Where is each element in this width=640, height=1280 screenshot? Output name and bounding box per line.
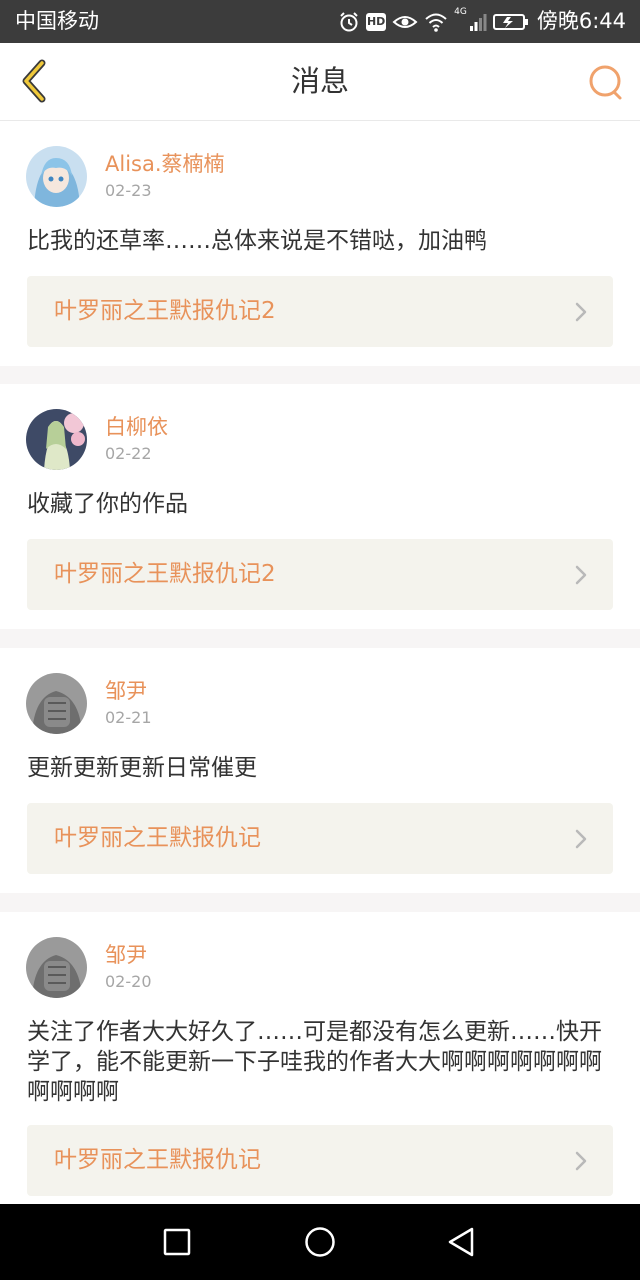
- triangle-back-icon: [448, 1227, 474, 1257]
- square-icon: [163, 1228, 191, 1256]
- back-nav-button[interactable]: [444, 1225, 478, 1259]
- eye-icon: [392, 15, 418, 28]
- list-item: Alisa.蔡楠楠 02-23 比我的还草率……总体来说是不错哒，加油鸭 叶罗丽…: [0, 121, 640, 366]
- app-header: 消息: [0, 43, 640, 121]
- message-text: 关注了作者大大好久了……可是都没有怎么更新……快开学了，能不能更新一下子哇我的作…: [27, 1019, 602, 1105]
- alarm-icon: [340, 11, 358, 31]
- work-link[interactable]: 叶罗丽之王默报仇记: [27, 803, 613, 874]
- home-button[interactable]: [303, 1225, 337, 1259]
- hd-icon: HD: [366, 12, 387, 31]
- status-icons: HD 4G 傍晚6:44: [338, 8, 626, 35]
- signal-icon: [469, 13, 487, 31]
- username[interactable]: 白柳依: [105, 414, 168, 440]
- recents-button[interactable]: [160, 1225, 194, 1259]
- system-nav-bar: [0, 1204, 640, 1280]
- message-date: 02-23: [105, 181, 152, 200]
- avatar[interactable]: [26, 146, 87, 207]
- work-link[interactable]: 叶罗丽之王默报仇记: [27, 1125, 613, 1196]
- work-link[interactable]: 叶罗丽之王默报仇记2: [27, 276, 613, 347]
- work-title: 叶罗丽之王默报仇记2: [54, 561, 276, 587]
- circle-icon: [305, 1227, 335, 1257]
- username[interactable]: Alisa.蔡楠楠: [105, 151, 225, 177]
- status-bar: 中国移动 HD 4G 傍晚6:44: [0, 0, 640, 43]
- chevron-right-icon: [575, 829, 587, 849]
- message-date: 02-21: [105, 708, 152, 727]
- message-date: 02-22: [105, 444, 152, 463]
- wifi-icon: [425, 13, 447, 32]
- message-text: 更新更新更新日常催更: [27, 755, 257, 781]
- page-title: 消息: [290, 64, 349, 98]
- work-title: 叶罗丽之王默报仇记: [54, 1147, 261, 1173]
- chevron-right-icon: [575, 565, 587, 585]
- chevron-right-icon: [575, 1151, 587, 1171]
- avatar[interactable]: [26, 673, 87, 734]
- message-text: 比我的还草率……总体来说是不错哒，加油鸭: [27, 228, 487, 254]
- list-item: 邹尹 02-20 关注了作者大大好久了……可是都没有怎么更新……快开学了，能不能…: [0, 912, 640, 1212]
- chevron-right-icon: [575, 302, 587, 322]
- work-title: 叶罗丽之王默报仇记2: [54, 298, 276, 324]
- list-item: 白柳依 02-22 收藏了你的作品 叶罗丽之王默报仇记2: [0, 384, 640, 629]
- avatar[interactable]: [26, 937, 87, 998]
- work-title: 叶罗丽之王默报仇记: [54, 825, 261, 851]
- work-link[interactable]: 叶罗丽之王默报仇记2: [27, 539, 613, 610]
- search-icon: [589, 65, 622, 100]
- network-type-label: 4G: [454, 7, 467, 17]
- battery-icon: [492, 13, 528, 30]
- message-date: 02-20: [105, 972, 152, 991]
- clock-time: 傍晚6:44: [536, 9, 626, 33]
- search-button[interactable]: [586, 62, 626, 102]
- username[interactable]: 邹尹: [105, 678, 147, 704]
- list-item: 邹尹 02-21 更新更新更新日常催更 叶罗丽之王默报仇记: [0, 648, 640, 893]
- avatar[interactable]: [26, 409, 87, 470]
- carrier-name: 中国移动: [15, 9, 99, 33]
- username[interactable]: 邹尹: [105, 942, 147, 968]
- message-text: 收藏了你的作品: [27, 491, 188, 517]
